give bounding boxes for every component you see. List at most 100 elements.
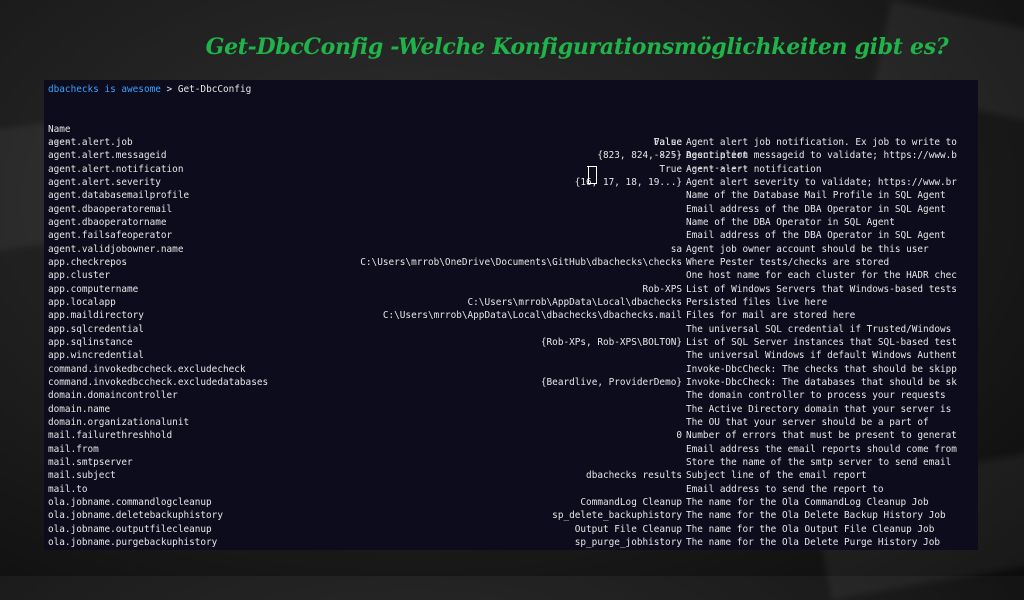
table-row: mail.smtpserver Store the name of the smt… <box>44 456 978 469</box>
row-description: One host name for each cluster for the H… <box>686 270 957 282</box>
row-description: Number of errors that must be present to… <box>686 430 957 442</box>
row-description: Invoke-DbcCheck: The checks that should … <box>686 363 957 375</box>
row-name: agent.alert.messageid <box>48 150 167 162</box>
command-prompt-line: dbachecks is awesome > Get-DbcConfig <box>48 84 251 95</box>
table-row: command.invokedbccheck.excludedatabases {… <box>44 376 978 389</box>
row-description: Name of the DBA Operator in SQL Agent <box>686 216 895 228</box>
row-value: Rob-XPS <box>642 283 682 295</box>
row-description: The name for the Ola Delete Purge Histor… <box>686 536 940 548</box>
row-description: The universal SQL credential if Trusted/… <box>686 323 952 335</box>
table-row: ola.jobname.purgebackuphistory sp_purge_j… <box>44 536 978 549</box>
table-row: ola.jobname.outputfilecleanup Output File… <box>44 523 978 536</box>
row-name: agent.alert.severity <box>48 176 161 188</box>
table-row: app.sqlcredential The universal SQL crede… <box>44 323 978 336</box>
table-row: ola.jobname.commandlogcleanup CommandLog … <box>44 496 978 509</box>
table-row: command.invokedbccheck.excludecheck Invok… <box>44 363 978 376</box>
table-row: domain.name The Active Directory domain t… <box>44 403 978 416</box>
row-name: agent.dbaoperatoremail <box>48 203 173 215</box>
row-description: Store the name of the smtp server to sen… <box>686 456 952 468</box>
row-description: Persisted files live here <box>686 296 828 308</box>
row-value: CommandLog Cleanup <box>580 496 682 508</box>
row-name: ola.jobname.commandlogcleanup <box>48 496 212 508</box>
table-row: agent.alert.job False Agent alert job noti… <box>44 136 978 149</box>
row-value: C:\Users\mrrob\OneDrive\Documents\GitHub… <box>360 256 682 268</box>
row-description: Agent alert severity to validate; https:… <box>686 176 957 188</box>
row-name: domain.domaincontroller <box>48 390 178 402</box>
table-row: mail.subject dbachecks results Subject lin… <box>44 469 978 482</box>
row-name: app.wincredential <box>48 350 144 362</box>
row-name: app.checkrepos <box>48 256 128 268</box>
row-name: mail.smtpserver <box>48 456 133 468</box>
row-value: {Beardlive, ProviderDemo} <box>540 376 682 388</box>
row-name: agent.alert.notification <box>48 163 184 175</box>
row-description: Agent job owner account should be this u… <box>686 243 929 255</box>
table-row: agent.alert.messageid {823, 824, 825} Agen… <box>44 149 978 162</box>
row-description: Agent alert messageid to validate; https… <box>686 150 957 162</box>
row-value: 0 <box>676 430 682 442</box>
row-name: app.computername <box>48 283 139 295</box>
table-row: app.checkrepos C:\Users\mrrob\OneDrive\Do… <box>44 256 978 269</box>
row-value: sa <box>670 243 682 255</box>
table-row: app.maildirectory C:\Users\mrrob\AppData\… <box>44 309 978 322</box>
text-cursor-icon <box>587 166 597 184</box>
row-description: List of Windows Servers that Windows-bas… <box>686 283 957 295</box>
row-name: agent.alert.job <box>48 137 133 148</box>
row-name: ola.jobname.outputfilecleanup <box>48 523 212 535</box>
row-value: C:\Users\mrrob\AppData\Local\dbachecks <box>467 296 682 308</box>
row-description: Email address of the DBA Operator in SQL… <box>686 203 946 215</box>
row-description: List of SQL Server instances that SQL-ba… <box>686 336 957 348</box>
table-row: mail.from Email address the email reports… <box>44 443 978 456</box>
row-description: Files for mail are stored here <box>686 310 856 322</box>
table-header-row: Name Value Description <box>44 110 978 161</box>
powershell-terminal[interactable]: dbachecks is awesome > Get-DbcConfig Nam… <box>44 80 978 550</box>
row-description: The name for the Ola Output File Cleanup… <box>686 523 935 535</box>
prompt-arrow: > <box>166 84 173 95</box>
row-description: Agent alert job notification. Ex job to … <box>686 137 957 148</box>
row-name: app.cluster <box>48 270 111 282</box>
row-description: Email address the email reports should c… <box>686 443 957 455</box>
table-row: ola.jobname.deletebackuphistory sp_delete… <box>44 509 978 522</box>
table-row: app.computername Rob-XPS List of Windows S… <box>44 283 978 296</box>
row-name: domain.organizationalunit <box>48 416 190 428</box>
row-description: Agent alert notification <box>686 163 822 175</box>
table-row: agent.alert.notification True Agent alert … <box>44 163 978 176</box>
row-name: ola.jobname.purgebackuphistory <box>48 536 218 548</box>
row-name: agent.dbaoperatorname <box>48 216 167 228</box>
row-name: domain.name <box>48 403 111 415</box>
row-description: Invoke-DbcCheck: The databases that shou… <box>686 376 957 388</box>
table-row: mail.failurethreshhold 0 Number of errors … <box>44 429 978 442</box>
table-row: app.localapp C:\Users\mrrob\AppData\Local… <box>44 296 978 309</box>
table-row: app.sqlinstance {Rob-XPs, Rob-XPS\BOLTON}… <box>44 336 978 349</box>
prompt-user: dbachecks is awesome <box>48 84 161 95</box>
row-name: command.invokedbccheck.excludedatabases <box>48 376 269 388</box>
row-name: mail.subject <box>48 470 116 482</box>
row-description: The name for the Ola Delete Backup Histo… <box>686 510 946 522</box>
row-name: command.invokedbccheck.excludecheck <box>48 363 246 375</box>
row-value: sp_delete_backuphistory <box>552 510 682 522</box>
row-name: agent.databasemailprofile <box>48 190 190 202</box>
table-row: domain.domaincontroller The domain contro… <box>44 389 978 402</box>
row-value: False <box>653 137 682 148</box>
row-name: agent.validjobowner.name <box>48 243 184 255</box>
command-text: Get-DbcConfig <box>177 84 252 95</box>
row-value: {Rob-XPs, Rob-XPS\BOLTON} <box>540 336 682 348</box>
table-row: app.cluster One host name for each cluste… <box>44 269 978 282</box>
row-description: The domain controller to process your re… <box>686 390 946 402</box>
table-row: agent.dbaoperatorname Name of the DBA Ope… <box>44 216 978 229</box>
row-name: mail.from <box>48 443 99 455</box>
row-description: Name of the Database Mail Profile in SQL… <box>686 190 946 202</box>
row-value: sp_purge_jobhistory <box>574 536 682 548</box>
table-row: agent.validjobowner.name sa Agent job owne… <box>44 243 978 256</box>
row-name: mail.to <box>48 483 88 495</box>
table-row: domain.organizationalunit The OU that you… <box>44 416 978 429</box>
row-description: Where Pester tests/checks are stored <box>686 256 890 268</box>
slide-title: Get-DbcConfig -Welche Konfigurationsmögl… <box>205 34 949 60</box>
row-name: app.localapp <box>48 296 116 308</box>
row-description: Subject line of the email report <box>686 470 867 482</box>
row-name: mail.failurethreshhold <box>48 430 173 442</box>
row-value: C:\Users\mrrob\AppData\Local\dbachecks\d… <box>382 310 682 322</box>
table-row: agent.dbaoperatoremail Email address of t… <box>44 203 978 216</box>
row-name: agent.failsafeoperator <box>48 230 173 242</box>
row-value: Output File Cleanup <box>574 523 682 535</box>
row-description: The name for the Ola CommandLog Cleanup … <box>686 496 929 508</box>
